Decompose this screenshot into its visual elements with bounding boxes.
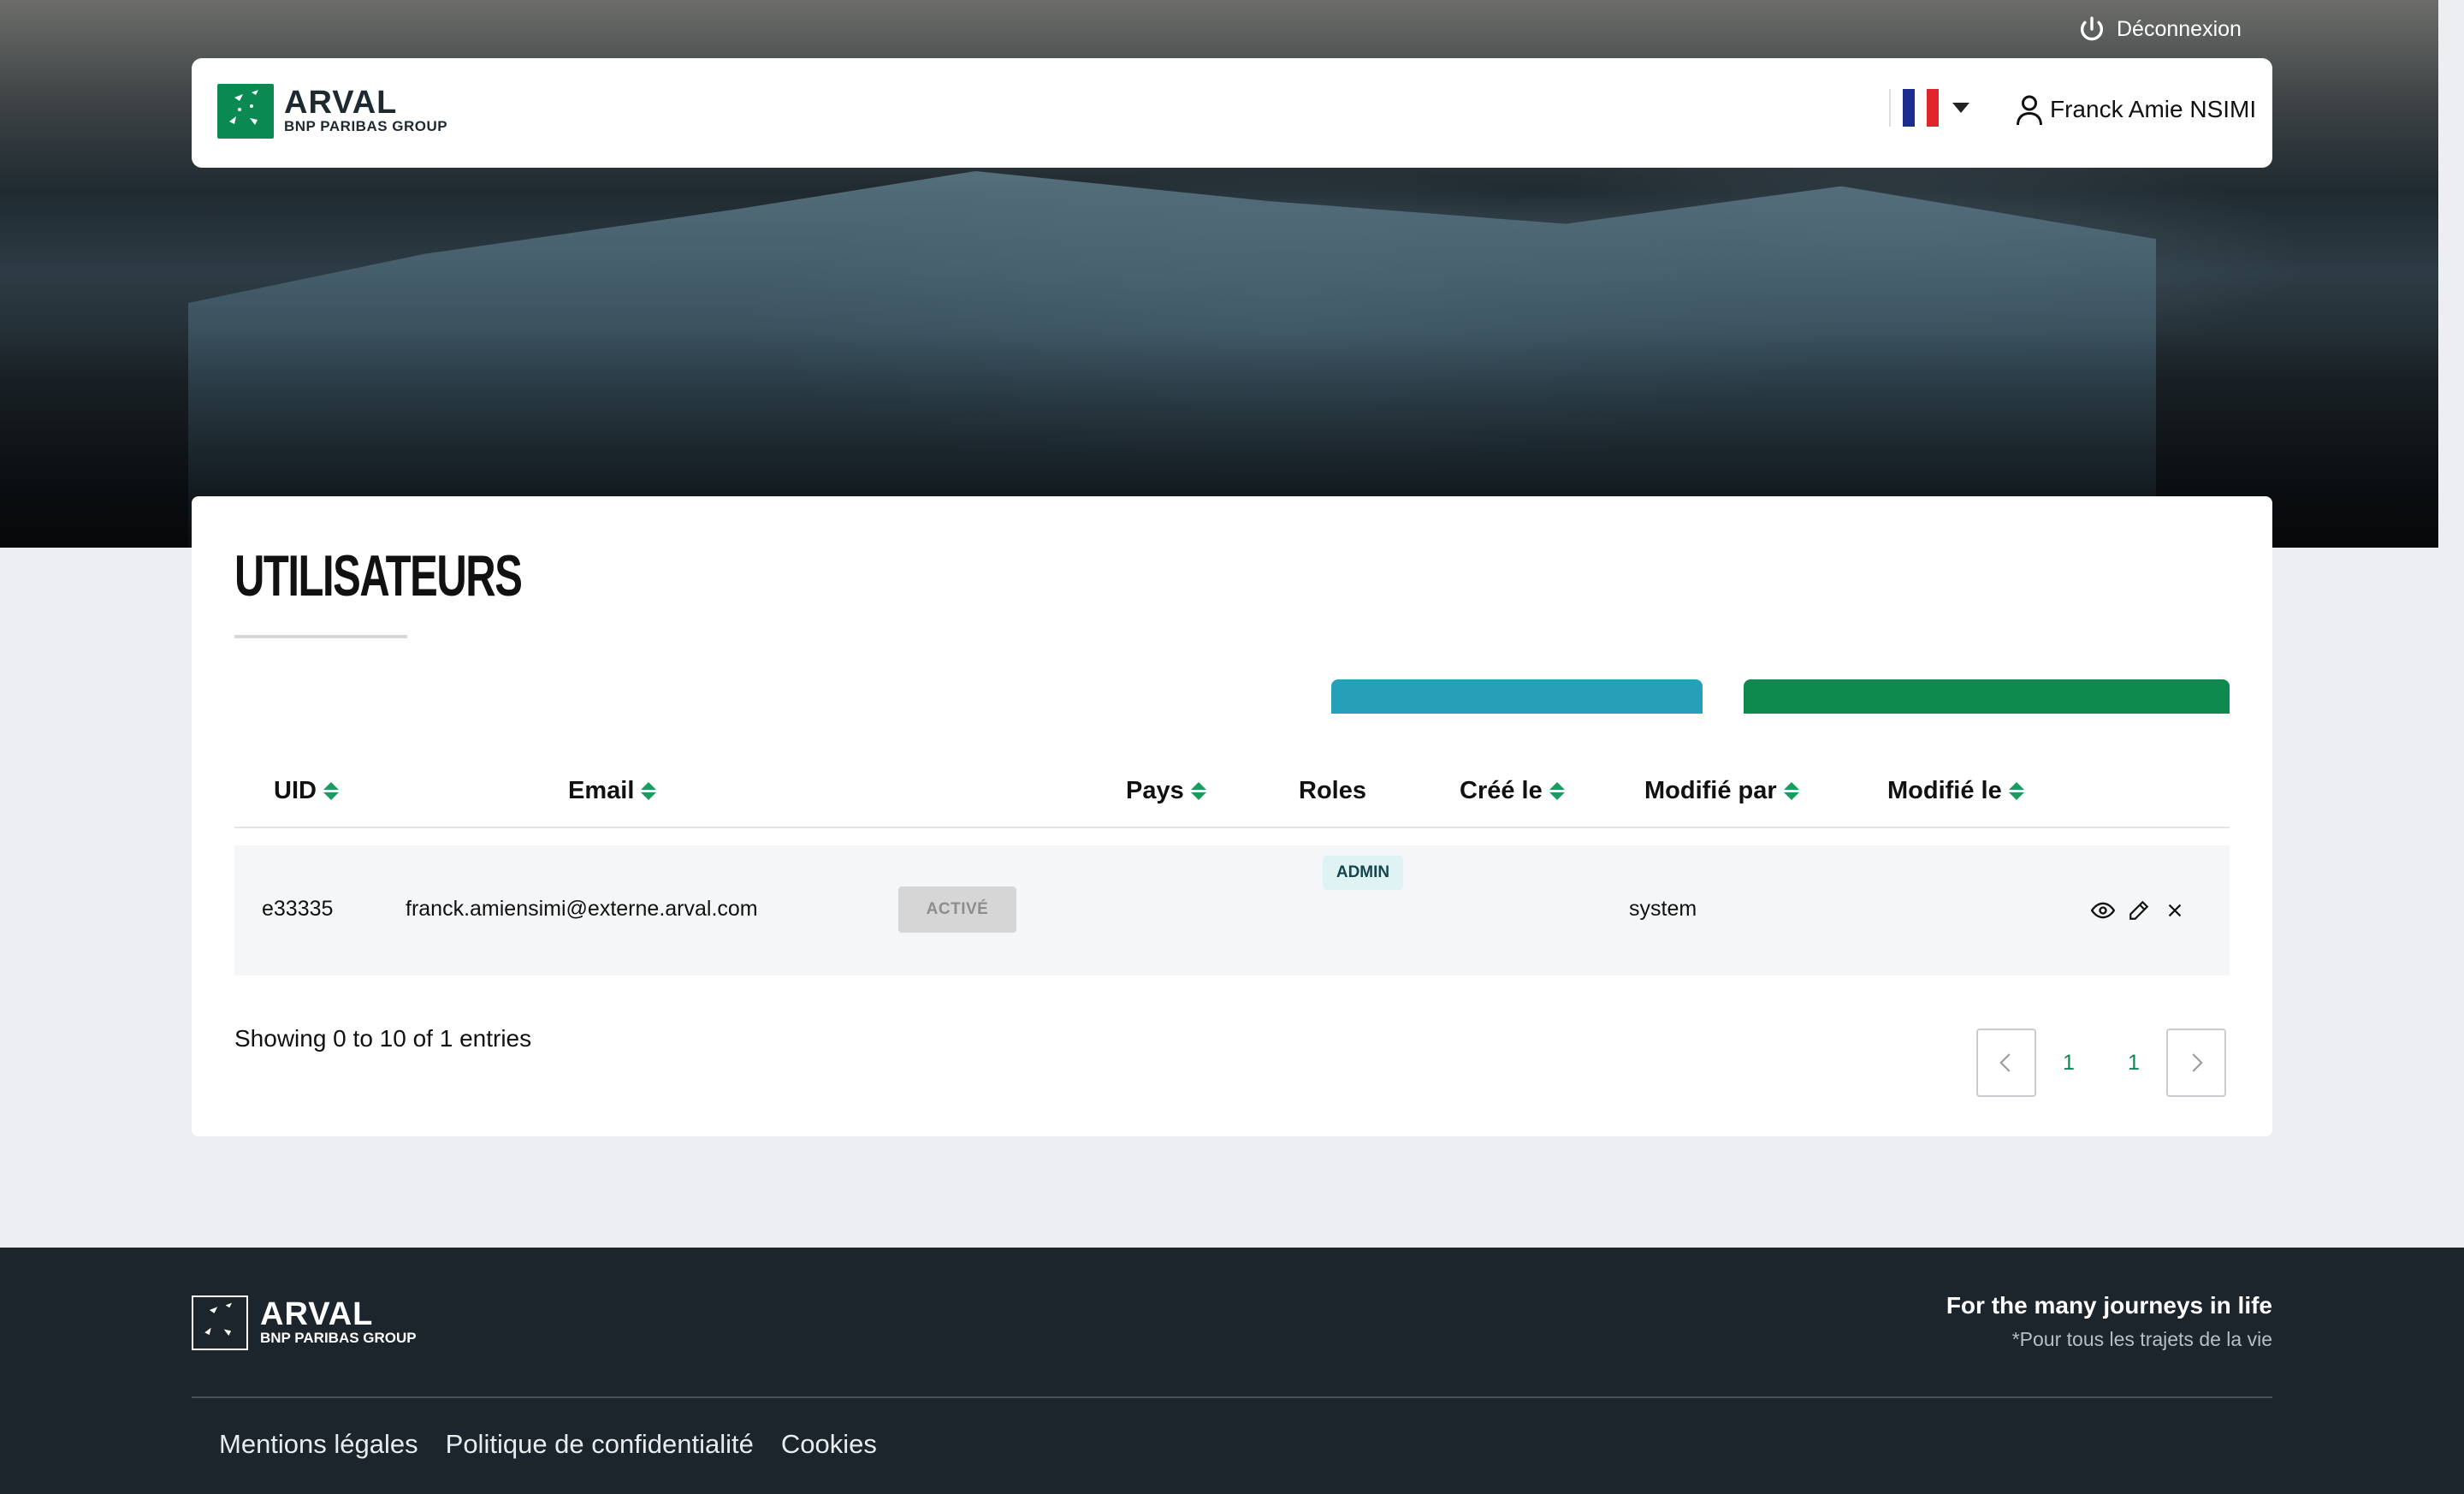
pagination-info: Showing 0 to 10 of 1 entries [234, 1025, 532, 1052]
column-header-modified-by[interactable]: Modifié par [1644, 753, 1799, 828]
logo-mark-icon [217, 84, 274, 139]
link-cookies[interactable]: Cookies [781, 1429, 877, 1460]
page-number[interactable]: 1 [2036, 1029, 2101, 1097]
column-header-uid[interactable]: UID [274, 753, 339, 828]
primary-action-button[interactable] [1331, 679, 1703, 714]
header-bar: ARVAL BNP PARIBAS GROUP Franck Amie NSIM… [192, 58, 2272, 168]
sort-icon[interactable] [2008, 781, 2024, 800]
language-selector[interactable] [1889, 89, 1969, 127]
column-header-roles: Roles [1299, 776, 1366, 804]
row-actions [2091, 898, 2187, 922]
eye-icon[interactable] [2091, 898, 2115, 922]
link-mentions-legales[interactable]: Mentions légales [219, 1429, 418, 1460]
chevron-right-icon [2192, 1053, 2203, 1072]
footer-logo-brand: ARVAL [260, 1296, 374, 1332]
table-header: UID Email Pays Roles Créé le Modifié par… [234, 753, 2230, 828]
user-icon [2017, 95, 2042, 126]
cell-uid: e33335 [262, 897, 334, 921]
prev-page-button[interactable] [1976, 1029, 2036, 1097]
logo-brand: ARVAL [284, 85, 398, 121]
column-header-pays[interactable]: Pays [1126, 753, 1206, 828]
column-header-email[interactable]: Email [568, 753, 657, 828]
secondary-action-button[interactable] [1744, 679, 2230, 714]
sort-icon[interactable] [1549, 781, 1565, 800]
status-badge: ACTIVÉ [898, 886, 1016, 933]
footer-links: Mentions légales Politique de confidenti… [219, 1429, 877, 1460]
pencil-icon[interactable] [2127, 898, 2151, 922]
logo-group: BNP PARIBAS GROUP [284, 118, 448, 134]
user-name: Franck Amie NSIMI [2050, 96, 2257, 122]
table-row: e33335 franck.amiensimi@externe.arval.co… [234, 845, 2230, 975]
sort-icon[interactable] [1783, 781, 1799, 800]
footer-logo[interactable]: ARVAL BNP PARIBAS GROUP [192, 1295, 417, 1350]
footer-logo-group: BNP PARIBAS GROUP [260, 1330, 417, 1346]
sort-icon[interactable] [641, 781, 657, 800]
user-menu[interactable]: Franck Amie NSIMI [2014, 92, 2256, 127]
chevron-down-icon [1952, 103, 1969, 113]
column-header-modified-on[interactable]: Modifié le [1887, 753, 2024, 828]
tagline-text: For the many journeys in life [1946, 1292, 2272, 1319]
logo-mark-icon [192, 1295, 248, 1350]
cell-email: franck.amiensimi@externe.arval.com [406, 897, 758, 921]
page-title: UTILISATEURS [234, 543, 523, 608]
next-page-button[interactable] [2166, 1029, 2226, 1097]
role-badge: ADMIN [1323, 856, 1403, 890]
logout-button[interactable]: Déconnexion [2077, 14, 2242, 44]
title-underline [234, 635, 407, 638]
close-icon[interactable] [2163, 898, 2187, 922]
cell-modified-by: system [1629, 897, 1697, 921]
users-card: UTILISATEURS UID Email Pays Roles Créé l… [192, 496, 2272, 1136]
link-privacy-policy[interactable]: Politique de confidentialité [446, 1429, 754, 1460]
chevron-left-icon [1999, 1053, 2011, 1072]
footer-divider [192, 1396, 2272, 1398]
sort-icon[interactable] [1190, 781, 1206, 800]
footer: ARVAL BNP PARIBAS GROUP For the many jou… [0, 1248, 2464, 1494]
column-header-created[interactable]: Créé le [1460, 753, 1565, 828]
power-icon [2080, 16, 2104, 41]
footer-tagline: For the many journeys in life *Pour tous… [1946, 1292, 2272, 1351]
flag-fr-icon [1889, 89, 1939, 127]
sort-icon[interactable] [323, 781, 339, 800]
tagline-subtext: *Pour tous les trajets de la vie [2011, 1328, 2272, 1350]
arval-logo[interactable]: ARVAL BNP PARIBAS GROUP [217, 84, 447, 139]
logout-label: Déconnexion [2117, 16, 2242, 41]
pagination: 1 1 [1976, 1029, 2226, 1097]
page-number[interactable]: 1 [2101, 1029, 2166, 1097]
